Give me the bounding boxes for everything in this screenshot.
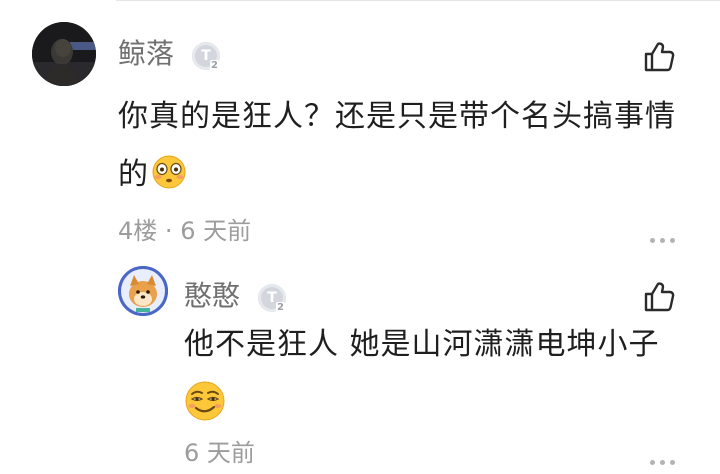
reply-meta: 6 天前 <box>184 438 255 468</box>
reply-time: 6 天前 <box>184 439 255 467</box>
more-dots-icon[interactable] <box>650 228 680 243</box>
comment-meta: 4楼 · 6 天前 <box>118 216 251 246</box>
reply-text-content: 他不是狂人 她是山河潇潇电坤小子 <box>184 327 660 362</box>
reply-thumbs-up-icon[interactable] <box>642 280 676 314</box>
thumbs-up-icon[interactable] <box>642 40 676 74</box>
top-divider <box>116 0 720 1</box>
level-badge-number: 2 <box>210 60 219 72</box>
avatar-image <box>32 22 96 86</box>
smirking-face-emoji <box>185 381 225 421</box>
reply-username[interactable]: 憨憨 <box>184 278 240 314</box>
level-badge-icon: T 2 <box>192 42 220 72</box>
reply-more-dots-icon[interactable] <box>650 450 680 465</box>
reply-avatar-image <box>118 266 168 316</box>
comment-text-content: 你真的是狂人？还是只是带个名头搞事情的 <box>118 99 676 192</box>
reply-text: 他不是狂人 她是山河潇潇电坤小子 <box>184 316 684 374</box>
comment-text: 你真的是狂人？还是只是带个名头搞事情的 <box>118 88 678 204</box>
avatar[interactable] <box>32 22 96 86</box>
reply-avatar[interactable] <box>118 266 168 316</box>
reply-level-badge-icon: T 2 <box>258 284 286 314</box>
username[interactable]: 鲸落 <box>118 36 174 72</box>
floor-number: 4楼 <box>118 217 158 245</box>
comment-time: 6 天前 <box>180 217 252 245</box>
flushed-face-emoji <box>152 155 186 189</box>
reply-level-badge-number: 2 <box>276 302 285 314</box>
meta-separator: · <box>164 217 173 245</box>
